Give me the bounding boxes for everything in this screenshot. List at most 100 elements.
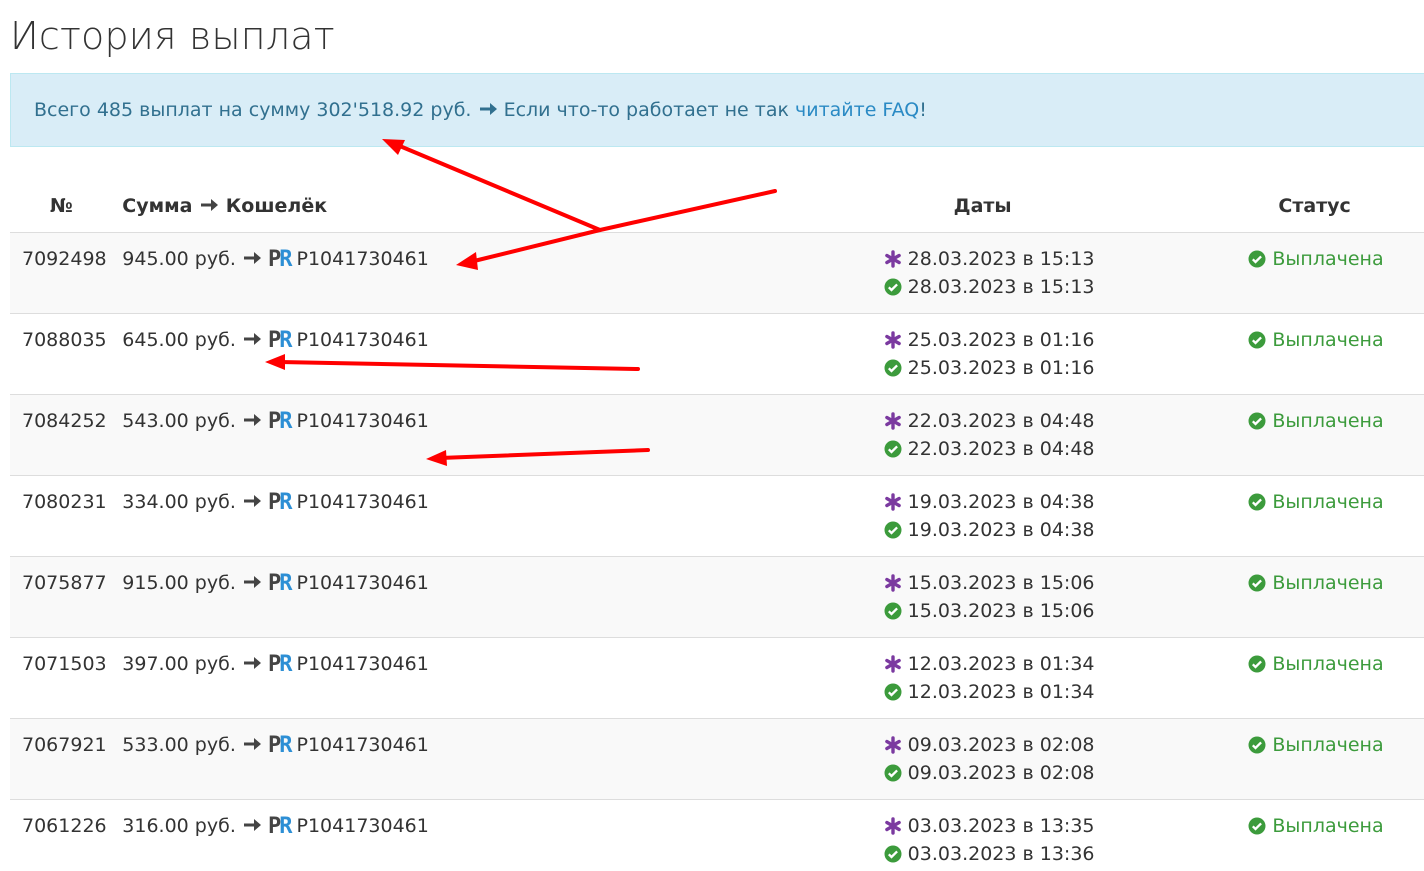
status-text: Выплачена (1272, 653, 1384, 675)
arrow-right-icon (201, 199, 219, 211)
payout-dates-cell: 22.03.2023 в 04:48 22.03.2023 в 04:48 (883, 394, 1249, 476)
header-sum-wallet: Сумма Кошелёк (122, 180, 884, 233)
arrow-right-icon (243, 414, 261, 426)
asterisk-icon (884, 493, 901, 511)
status-text: Выплачена (1272, 815, 1384, 837)
asterisk-icon (884, 412, 901, 430)
check-circle-icon (884, 602, 902, 620)
table-row: 7084252 543.00 руб. PR P1041730461 22.03.2… (10, 394, 1424, 476)
table-header-row: № Сумма Кошелёк Даты Статус (10, 180, 1424, 233)
created-date: 09.03.2023 в 02:08 (884, 731, 1249, 759)
payeer-logo-icon: PR (267, 652, 293, 677)
asterisk-icon (884, 250, 901, 268)
payout-amount: 543.00 руб. (122, 410, 236, 432)
payout-sum-cell: 397.00 руб. PR P1041730461 (122, 637, 884, 719)
header-wallet: Кошелёк (225, 195, 328, 217)
payout-sum-cell: 316.00 руб. PR P1041730461 (122, 799, 884, 871)
table-row: 7092498 945.00 руб. PR P1041730461 28.03.2… (10, 232, 1424, 314)
created-date: 15.03.2023 в 15:06 (884, 569, 1249, 597)
paid-date: 28.03.2023 в 15:13 (884, 273, 1249, 301)
asterisk-icon (884, 331, 901, 349)
payout-status-cell: Выплачена (1248, 799, 1424, 871)
arrow-right-icon (243, 657, 261, 669)
check-circle-icon (884, 845, 902, 863)
payout-sum-cell: 334.00 руб. PR P1041730461 (122, 475, 884, 557)
created-date: 25.03.2023 в 01:16 (884, 326, 1249, 354)
summary-total-text: Всего 485 выплат на сумму 302'518.92 руб… (34, 99, 472, 121)
payout-id-cell: 7071503 (10, 637, 123, 719)
created-date-text: 12.03.2023 в 01:34 (907, 653, 1095, 675)
payout-id: 7071503 (22, 653, 107, 675)
payout-amount: 397.00 руб. (122, 653, 236, 675)
payout-sum-cell: 543.00 руб. PR P1041730461 (122, 394, 884, 476)
asterisk-icon (884, 574, 901, 592)
status-text: Выплачена (1272, 329, 1384, 351)
status-badge: Выплачена (1248, 326, 1424, 354)
paid-date: 22.03.2023 в 04:48 (884, 435, 1249, 463)
payout-dates-cell: 12.03.2023 в 01:34 12.03.2023 в 01:34 (883, 637, 1249, 719)
check-circle-icon (1248, 736, 1266, 754)
paid-date: 03.03.2023 в 13:36 (884, 840, 1249, 868)
status-badge: Выплачена (1248, 731, 1424, 759)
payout-sum-cell: 645.00 руб. PR P1041730461 (122, 313, 884, 395)
payout-dates-cell: 15.03.2023 в 15:06 15.03.2023 в 15:06 (883, 556, 1249, 638)
payout-id: 7061226 (22, 815, 107, 837)
payout-dates-cell: 03.03.2023 в 13:35 03.03.2023 в 13:36 (883, 799, 1249, 871)
faq-link[interactable]: читайте FAQ (795, 99, 919, 121)
paid-date: 15.03.2023 в 15:06 (884, 597, 1249, 625)
asterisk-icon (884, 736, 901, 754)
check-circle-icon (1248, 412, 1266, 430)
table-row: 7067921 533.00 руб. PR P1041730461 09.03.2… (10, 718, 1424, 800)
payout-amount: 316.00 руб. (122, 815, 236, 837)
arrow-right-icon (243, 495, 261, 507)
status-badge: Выплачена (1248, 488, 1424, 516)
paid-date-text: 03.03.2023 в 13:36 (907, 843, 1095, 865)
payout-id: 7088035 (22, 329, 107, 351)
payeer-logo-icon: PR (267, 490, 293, 515)
table-row: 7061226 316.00 руб. PR P1041730461 03.03.2… (10, 799, 1424, 871)
created-date-text: 19.03.2023 в 04:38 (907, 491, 1095, 513)
payeer-logo-icon: PR (267, 814, 293, 839)
paid-date-text: 25.03.2023 в 01:16 (907, 357, 1095, 379)
wallet-number: P1041730461 (296, 410, 429, 432)
check-circle-icon (1248, 655, 1266, 673)
status-badge: Выплачена (1248, 812, 1424, 840)
status-text: Выплачена (1272, 572, 1384, 594)
check-circle-icon (884, 521, 902, 539)
payout-id-cell: 7061226 (10, 799, 123, 871)
payout-id: 7080231 (22, 491, 107, 513)
arrow-right-icon (243, 252, 261, 264)
payout-amount: 945.00 руб. (122, 248, 236, 270)
created-date-text: 25.03.2023 в 01:16 (907, 329, 1095, 351)
payeer-logo-icon: PR (267, 247, 293, 272)
status-badge: Выплачена (1248, 569, 1424, 597)
summary-suffix: ! (919, 99, 927, 121)
payeer-logo-icon: PR (267, 328, 293, 353)
header-status: Статус (1248, 180, 1424, 233)
payout-dates-cell: 28.03.2023 в 15:13 28.03.2023 в 15:13 (883, 232, 1249, 314)
payout-dates-cell: 09.03.2023 в 02:08 09.03.2023 в 02:08 (883, 718, 1249, 800)
status-text: Выплачена (1272, 248, 1384, 270)
status-badge: Выплачена (1248, 407, 1424, 435)
payout-amount: 533.00 руб. (122, 734, 236, 756)
table-row: 7080231 334.00 руб. PR P1041730461 19.03.2… (10, 475, 1424, 557)
status-text: Выплачена (1272, 491, 1384, 513)
check-circle-icon (884, 359, 902, 377)
asterisk-icon (884, 655, 901, 673)
created-date: 03.03.2023 в 13:35 (884, 812, 1249, 840)
header-num: № (10, 180, 123, 233)
payout-sum-cell: 945.00 руб. PR P1041730461 (122, 232, 884, 314)
paid-date-text: 15.03.2023 в 15:06 (907, 600, 1095, 622)
summary-alert: Всего 485 выплат на сумму 302'518.92 руб… (10, 73, 1424, 147)
payout-id-cell: 7088035 (10, 313, 123, 395)
created-date-text: 22.03.2023 в 04:48 (907, 410, 1095, 432)
payout-status-cell: Выплачена (1248, 637, 1424, 719)
paid-date-text: 28.03.2023 в 15:13 (907, 276, 1095, 298)
created-date: 19.03.2023 в 04:38 (884, 488, 1249, 516)
check-circle-icon (884, 683, 902, 701)
arrow-right-icon (243, 738, 261, 750)
check-circle-icon (1248, 817, 1266, 835)
paid-date-text: 19.03.2023 в 04:38 (907, 519, 1095, 541)
paid-date: 25.03.2023 в 01:16 (884, 354, 1249, 382)
check-circle-icon (1248, 250, 1266, 268)
